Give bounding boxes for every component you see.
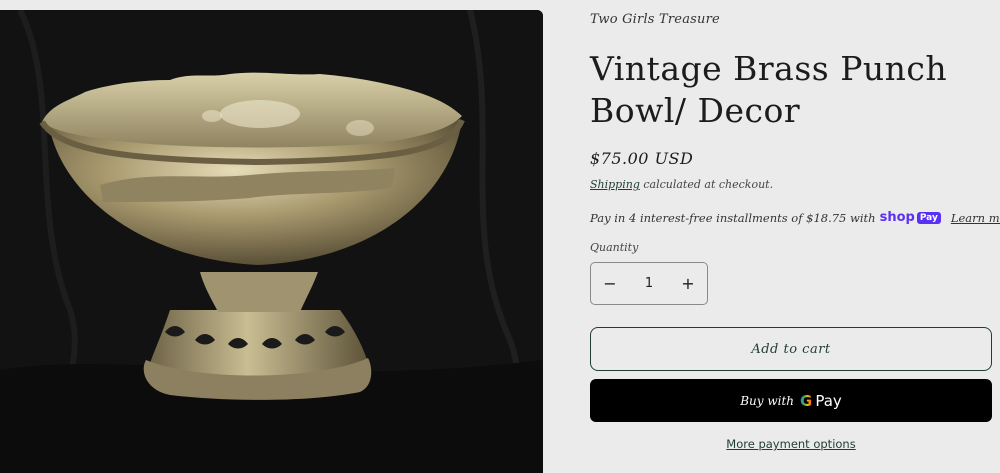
buy-with-label: Buy with [740,393,795,408]
increase-quantity-button[interactable]: + [669,263,707,304]
learn-more-link[interactable]: Learn more [951,211,1000,225]
add-to-cart-button[interactable]: Add to cart [590,327,992,371]
minus-icon: − [603,274,617,293]
plus-icon: + [681,274,695,293]
more-payment-options-link[interactable]: More payment options [590,437,992,451]
gpay-pay-text: Pay [815,391,842,410]
gpay-logo: G Pay [800,392,842,410]
add-to-cart-label: Add to cart [751,341,831,357]
google-g-icon: G [800,391,813,410]
quantity-label: Quantity [590,241,639,254]
product-price: $75.00 USD [590,149,694,168]
google-pay-button[interactable]: Buy with G Pay [590,379,992,422]
decrease-quantity-button[interactable]: − [591,263,629,304]
shipping-link[interactable]: Shipping [590,178,640,191]
quantity-stepper: − + [590,262,708,305]
shop-pay-logo: shop Pay [880,210,941,225]
shop-pay-installments: Pay in 4 interest-free installments of $… [590,210,1000,225]
shipping-text: calculated at checkout. [639,178,774,191]
installments-text: Pay in 4 interest-free installments of $… [590,210,876,225]
vendor-name: Two Girls Treasure [590,12,720,27]
quantity-input[interactable] [629,263,669,304]
shop-word: shop [879,210,915,225]
product-image[interactable] [0,10,543,473]
brass-bowl-illustration [0,10,543,473]
shop-pay-chip: Pay [916,211,941,224]
product-title: Vintage Brass Punch Bowl/ Decor [590,49,948,130]
shipping-note: Shipping calculated at checkout. [590,178,773,191]
